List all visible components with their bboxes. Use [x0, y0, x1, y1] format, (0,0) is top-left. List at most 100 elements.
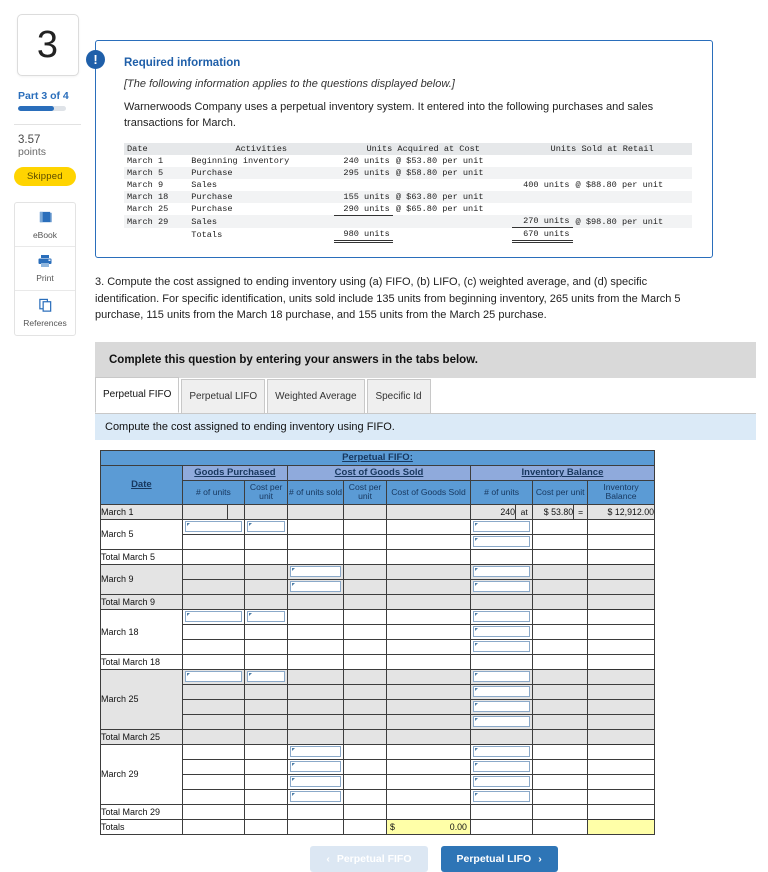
row-march-18: March 18 [100, 608, 655, 655]
cell-sold-units [512, 166, 573, 179]
table-row: March 9 Sales 400 units @ $88.80 per uni… [124, 179, 692, 191]
input-cell[interactable] [184, 611, 243, 623]
applies-note: [The following information applies to th… [124, 78, 455, 90]
row-march-25-b [101, 683, 655, 700]
activities-table: Date Activities Units Acquired at Cost U… [124, 142, 692, 244]
row-label: Total March 9 [100, 593, 183, 610]
input-cell[interactable] [472, 566, 531, 578]
cell-gp-units[interactable] [181, 518, 246, 535]
input-cell[interactable] [472, 641, 531, 653]
cell-acq-cost: @ $58.80 per unit [392, 166, 513, 179]
cell-sold-price [573, 203, 692, 216]
cell-activity: Sales [188, 215, 335, 228]
input-cell[interactable] [247, 521, 286, 533]
cell-activity: Purchase [188, 166, 335, 179]
row-march-9-b [101, 578, 655, 595]
question-statement: 3. Compute the cost assigned to ending i… [95, 276, 681, 322]
totals-value: 0.00 [449, 821, 467, 832]
next-button[interactable]: Perpetual LIFO › [440, 845, 558, 872]
opening-at: at [515, 503, 534, 520]
input-cell[interactable] [472, 701, 531, 713]
cell-cogs-units[interactable] [287, 563, 345, 580]
input-cell[interactable] [472, 746, 531, 758]
row-label: March 18 [100, 608, 183, 655]
cell-cogs-units[interactable] [287, 518, 345, 535]
tab-perpetual-fifo[interactable]: Perpetual FIFO [95, 376, 180, 413]
row-label: March 29 [100, 743, 183, 805]
cell-sold-units [512, 203, 572, 216]
cell-inv-units[interactable] [469, 518, 534, 535]
row-march-25-c [101, 698, 655, 715]
complete-instruction-bar: Complete this question by entering your … [95, 341, 756, 378]
input-cell[interactable] [472, 521, 531, 533]
row-march-5: March 5 [100, 518, 655, 550]
prev-button[interactable]: ‹ Perpetual FIFO [310, 845, 428, 872]
input-cell[interactable] [247, 671, 286, 683]
group-header-row: Date Goods Purchased Cost of Goods Sold … [100, 464, 656, 505]
tab-perpetual-lifo[interactable]: Perpetual LIFO [181, 378, 266, 413]
input-cell[interactable] [290, 776, 342, 788]
cell-acq-cost: @ $53.80 per unit [395, 155, 484, 166]
input-cell[interactable] [184, 521, 243, 533]
totals-cogs-cell[interactable]: $ 0.00 [386, 818, 471, 835]
tab-instruction: Compute the cost assigned to ending inve… [95, 413, 756, 440]
totals-inventory-cell[interactable] [587, 818, 655, 835]
column-header-row: # of units Cost per unit # of units sold… [101, 479, 655, 505]
cell-acq-cost: @ $65.80 per unit [395, 204, 484, 215]
tab-weighted-average[interactable]: Weighted Average [267, 378, 365, 413]
cell-sold-price: @ $88.80 per unit [575, 179, 664, 190]
sheet-title-cell: Perpetual FIFO: [100, 449, 655, 466]
cell-inv-balance[interactable] [587, 518, 655, 535]
cell-sold-price [572, 190, 692, 203]
th-activities: Activities [188, 142, 335, 155]
col-gp-units: # of units [181, 479, 246, 505]
input-cell[interactable] [290, 791, 342, 803]
opening-inv-cost: $ 53.80 [532, 503, 575, 520]
input-cell[interactable] [290, 566, 342, 578]
input-cell[interactable] [472, 791, 531, 803]
question-rail: 3 Part 3 of 4 3.57 points Skipped eBook … [0, 0, 95, 869]
table-row: March 25 Purchase 290 units @ $65.80 per… [124, 203, 692, 216]
table-totals-row: Totals 980 units 670 units [124, 227, 692, 244]
input-cell[interactable] [472, 671, 531, 683]
input-cell[interactable] [290, 761, 342, 773]
part-label: Part 3 of 4 [18, 90, 69, 102]
cell-cogs-total[interactable] [386, 518, 471, 535]
cell-date: March 29 [124, 215, 189, 228]
col-inv-balance: Inventory Balance [587, 479, 655, 505]
cell-gp-cost[interactable] [244, 518, 289, 535]
print-button[interactable]: Print [15, 247, 75, 291]
input-cell[interactable] [472, 536, 531, 548]
tab-specific-id[interactable]: Specific Id [366, 378, 431, 413]
input-cell[interactable] [472, 611, 531, 623]
cell-cogs-cost[interactable] [343, 518, 388, 535]
row-march-29-b [101, 758, 655, 775]
fifo-worksheet: Perpetual FIFO: Date Goods Purchased Cos… [95, 449, 768, 835]
row-march-25: March 25 [100, 668, 655, 730]
col-gp-cost: Cost per unit [244, 479, 289, 505]
input-cell[interactable] [472, 581, 531, 593]
th-units-sold: Units Sold at Retail [512, 142, 692, 155]
input-cell[interactable] [290, 746, 342, 758]
table-row: March 5 Purchase 295 units @ $58.80 per … [124, 166, 692, 179]
col-inv-units: # of units [469, 479, 534, 505]
cell-date: March 1 [127, 155, 164, 166]
ebook-button[interactable]: eBook [15, 203, 75, 247]
header-inventory-balance: Inventory Balance [469, 464, 656, 481]
input-cell[interactable] [472, 761, 531, 773]
ebook-label: eBook [32, 229, 58, 240]
input-cell[interactable] [472, 716, 531, 728]
row-totals: Totals $ 0.00 [100, 818, 655, 835]
references-button[interactable]: References [15, 291, 75, 335]
input-cell[interactable] [472, 686, 531, 698]
cell-date: March 18 [124, 190, 189, 203]
required-information-panel: ! Required information [The following in… [86, 40, 713, 259]
input-cell[interactable] [472, 776, 531, 788]
input-cell[interactable] [472, 626, 531, 638]
input-cell[interactable] [247, 611, 286, 623]
input-cell[interactable] [184, 671, 243, 683]
row-label: March 5 [100, 518, 183, 550]
cell-inv-cost[interactable] [532, 518, 589, 535]
opening-inv-balance: $ 12,912.00 [587, 503, 655, 520]
input-cell[interactable] [290, 581, 342, 593]
